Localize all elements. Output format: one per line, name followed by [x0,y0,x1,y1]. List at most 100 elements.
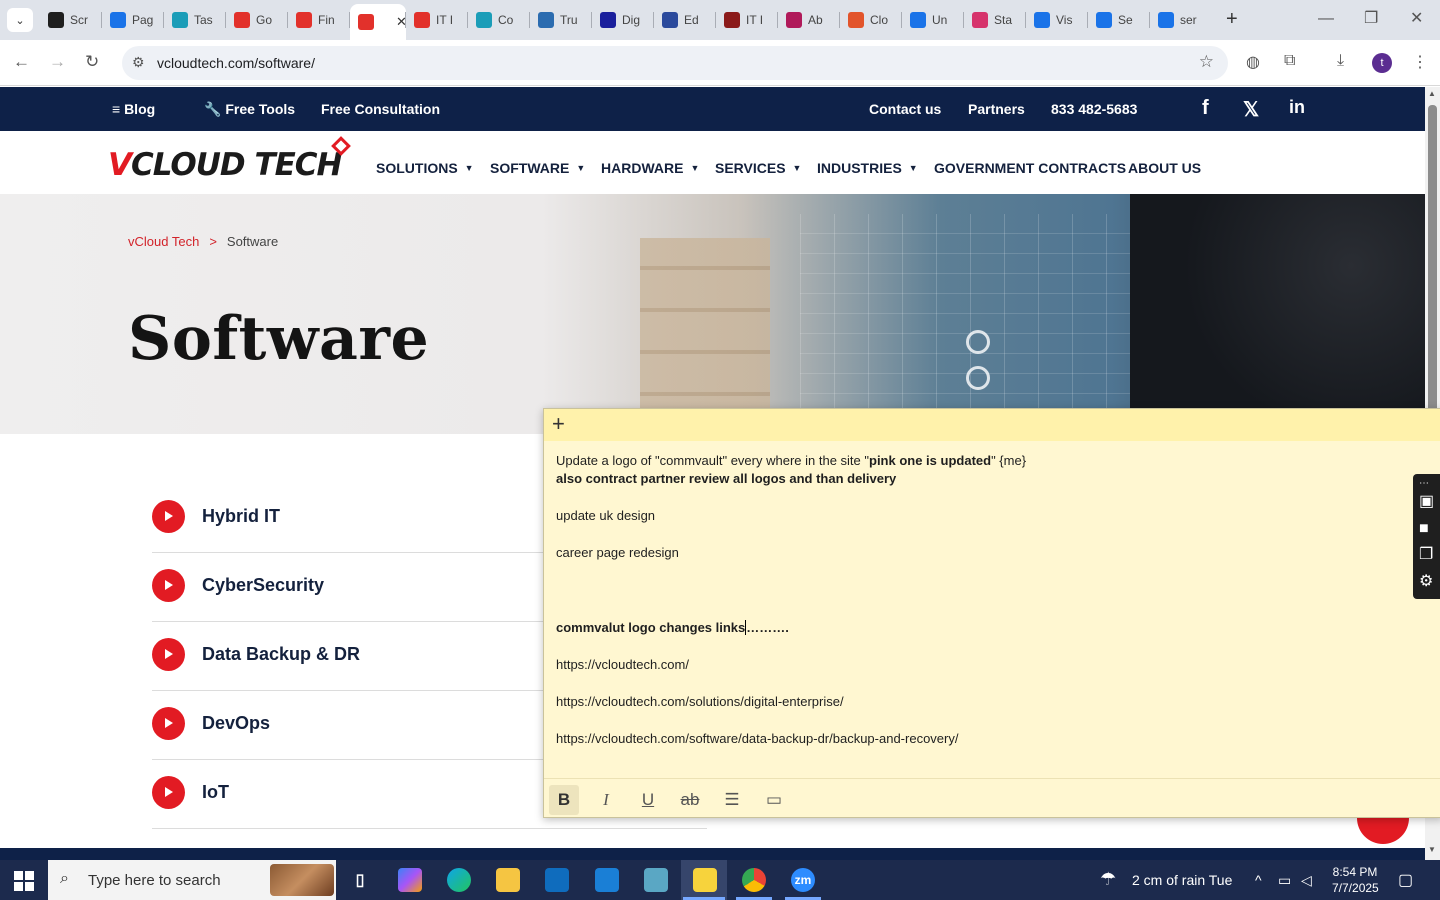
nav-item-label: HARDWARE [601,160,684,176]
weather-umbrella-icon[interactable]: ☂ [1100,869,1116,890]
extensions-icon[interactable]: ⧉ [1284,52,1295,70]
browser-tab[interactable]: Ed [654,6,716,34]
site-info-icon[interactable]: ⚙ [132,54,145,71]
minimize-button[interactable]: — [1318,11,1334,27]
nav-item-government-contracts[interactable]: GOVERNMENT CONTRACTS [934,160,1126,176]
browser-tab-active[interactable]: ✕ [350,4,406,40]
category-label: Hybrid IT [202,506,281,526]
caret-down-icon: ▼ [576,163,586,173]
browser-tab[interactable]: Vis [1026,6,1088,34]
file-explorer-icon[interactable] [496,868,520,892]
nav-item-software[interactable]: SOFTWARE ▼ [490,160,585,176]
tray-chevron-up-icon[interactable]: ^ [1255,872,1262,888]
network-icon[interactable]: ▭ [1278,872,1291,889]
back-button[interactable]: ← [13,52,30,72]
forward-button[interactable]: → [49,52,66,72]
weather-text[interactable]: 2 cm of rain Tue [1132,872,1232,888]
close-window-button[interactable]: ✕ [1410,11,1423,27]
nav-item-about-us[interactable]: ABOUT US [1128,160,1201,176]
browser-tab[interactable]: Co [468,6,530,34]
video-camera-icon[interactable]: ■ [1419,521,1429,537]
profile-avatar[interactable]: t [1372,53,1392,73]
browser-tab[interactable]: Se [1088,6,1150,34]
reload-button[interactable]: ↻ [85,52,99,72]
tab-search-button[interactable]: ⌄ [7,8,33,32]
free-tools-link[interactable]: 🔧 Free Tools [204,101,295,118]
note-bold-text: ………. [746,620,789,635]
note-line: commvalut logo changes links………. [556,619,1416,637]
sticky-notes-icon[interactable] [693,868,717,892]
note-line: career page redesign [556,545,679,560]
phone-link[interactable]: 833 482-5683 [1051,101,1137,117]
nav-item-services[interactable]: SERVICES ▼ [715,160,801,176]
bold-button[interactable]: B [549,785,579,815]
gear-icon[interactable]: ⚙ [1419,574,1433,590]
browser-tab[interactable]: Dig [592,6,654,34]
blog-link[interactable]: ≡ Blog [112,101,155,117]
copilot-icon[interactable] [398,868,422,892]
menu-kebab-icon[interactable]: ⋮ [1412,52,1428,72]
nav-item-solutions[interactable]: SOLUTIONS ▼ [376,160,474,176]
chrome-icon[interactable] [742,868,766,892]
windows-start-button[interactable] [14,871,34,891]
x-twitter-icon[interactable]: 𝕏 [1243,97,1259,122]
app-icon[interactable] [644,868,668,892]
site-main-nav: VCLOUD TECH SOLUTIONS ▼ SOFTWARE ▼ HARDWARE ▼… [0,131,1425,194]
browser-tab[interactable]: Sta [964,6,1026,34]
restore-button[interactable]: ❐ [1364,11,1378,27]
strikethrough-button[interactable]: ab [675,785,705,815]
translate-icon[interactable]: ◍ [1246,52,1260,72]
browser-tab[interactable]: Tru [530,6,592,34]
browser-tab[interactable]: IT I [406,6,468,34]
bookmark-star-icon[interactable]: ☆ [1199,52,1214,72]
insert-image-button[interactable]: ▭ [759,785,789,815]
browser-tab[interactable]: Ab [778,6,840,34]
browser-tab[interactable]: ser [1150,6,1212,34]
zoom-icon[interactable]: zm [791,868,815,892]
edge-icon[interactable] [447,868,471,892]
windows-icon[interactable]: ❐ [1419,547,1433,563]
hero-ring-icon [966,366,990,390]
underline-button[interactable]: U [633,785,663,815]
tab-title: Un [932,13,948,27]
task-view-icon[interactable]: ▯ [348,868,372,892]
nav-item-hardware[interactable]: HARDWARE ▼ [601,160,699,176]
vcloud-tech-logo[interactable]: VCLOUD TECH [108,136,351,183]
browser-tab[interactable]: IT I [716,6,778,34]
sticky-note-window: + Update a logo of "commvault" every whe… [543,408,1440,818]
linkedin-icon[interactable]: in [1289,97,1305,118]
address-bar[interactable]: ⚙ vcloudtech.com/software/ ☆ [122,46,1228,80]
browser-tab[interactable]: Tas [164,6,226,34]
camera-icon[interactable]: ▣ [1419,494,1434,510]
partners-link[interactable]: Partners [968,101,1025,117]
notification-center-icon[interactable]: ▢ [1398,870,1413,890]
browser-tab[interactable]: Clo [840,6,902,34]
microsoft-store-icon[interactable] [545,868,569,892]
new-tab-button[interactable]: + [1226,9,1238,29]
browser-tab[interactable]: Scr [40,6,102,34]
sticky-note-text[interactable]: Update a logo of "commvault" every where… [556,452,1416,748]
browser-tab[interactable]: Go [226,6,288,34]
scroll-up-arrow-icon[interactable]: ▲ [1428,89,1436,98]
tab-favicon-icon [1096,12,1112,28]
breadcrumb-home-link[interactable]: vCloud Tech [128,234,199,249]
contact-us-link[interactable]: Contact us [869,101,941,117]
url-text[interactable]: vcloudtech.com/software/ [157,55,315,71]
pin-icon[interactable]: ⋯ [1419,476,1429,492]
browser-tab[interactable]: Fin [288,6,350,34]
nav-item-industries[interactable]: INDUSTRIES ▼ [817,160,918,176]
italic-button[interactable]: I [591,785,621,815]
new-note-plus-icon[interactable]: + [552,412,565,436]
free-consultation-link[interactable]: Free Consultation [321,101,440,117]
mail-icon[interactable] [595,868,619,892]
facebook-icon[interactable]: f [1202,97,1209,120]
taskbar-search-box[interactable]: ⌕ Type here to search [48,860,336,900]
browser-tab[interactable]: Pag [102,6,164,34]
download-icon[interactable]: ⤓ [1337,52,1344,70]
system-clock[interactable]: 8:54 PM 7/7/2025 [1332,864,1379,896]
scroll-down-arrow-icon[interactable]: ▼ [1428,845,1436,854]
volume-icon[interactable]: ◁ [1301,872,1312,889]
bullet-list-button[interactable]: ☰ [717,785,747,815]
sticky-note-header[interactable]: + [544,409,1440,441]
browser-tab[interactable]: Un [902,6,964,34]
